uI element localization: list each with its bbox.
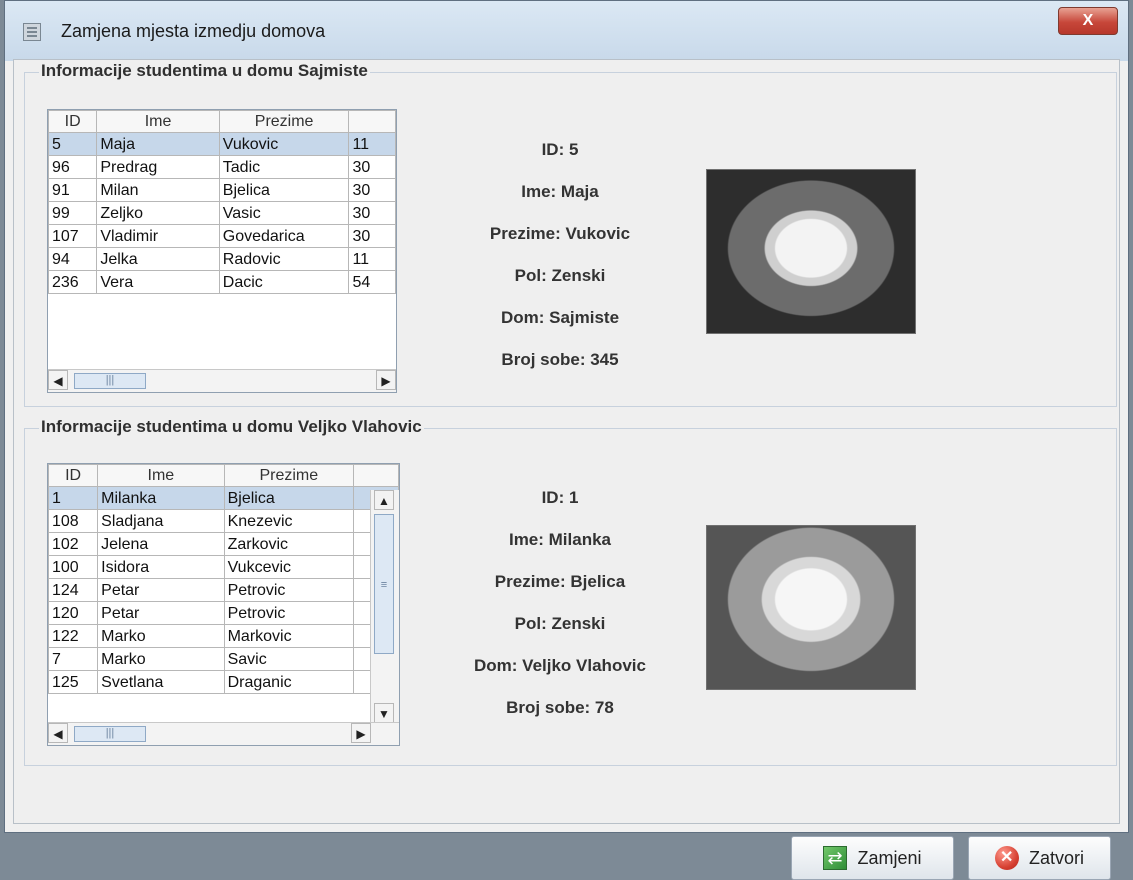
swap-icon xyxy=(823,846,848,870)
vlahovic-student-details: ID: 1 Ime: Milanka Prezime: Bjelica Pol:… xyxy=(455,477,665,729)
table-header-row: ID Ime Prezime xyxy=(48,110,396,133)
column-header-prezime[interactable]: Prezime xyxy=(218,110,350,133)
table-row[interactable]: 100 Isidora Vukcevic xyxy=(48,555,399,579)
horizontal-scrollbar[interactable]: ◀ ||| ▶ xyxy=(48,369,396,392)
student-ime-label: Ime: Milanka xyxy=(508,530,612,549)
scroll-right-icon[interactable]: ▶ xyxy=(376,370,396,390)
vlahovic-panel-title: Informacije studentima u domu Veljko Vla… xyxy=(39,417,424,437)
column-header-extra[interactable] xyxy=(352,464,399,487)
vlahovic-student-table[interactable]: ID Ime Prezime 1 Milanka Bjelica 108 Sladja… xyxy=(47,463,400,746)
student-id-label: ID: 1 xyxy=(541,488,579,507)
close-window-button[interactable]: X xyxy=(1058,7,1118,35)
table-row[interactable]: 122 Marko Markovic xyxy=(48,624,399,648)
student-dom-label: Dom: Veljko Vlahovic xyxy=(474,656,646,675)
table-row[interactable]: 124 Petar Petrovic xyxy=(48,578,399,602)
zatvori-button-label: Zatvori xyxy=(1028,847,1084,868)
table-row[interactable]: 120 Petar Petrovic xyxy=(48,601,399,625)
table-row[interactable]: 1 Milanka Bjelica xyxy=(48,486,399,510)
sajmiste-student-details: ID: 5 Ime: Maja Prezime: Vukovic Pol: Ze… xyxy=(455,129,665,381)
student-dom-label: Dom: Sajmiste xyxy=(500,308,620,327)
window-icon xyxy=(23,23,41,41)
vertical-scrollbar[interactable]: ▲ ≡ ▼ xyxy=(370,490,399,723)
column-header-ime[interactable]: Ime xyxy=(97,464,225,487)
close-circle-icon xyxy=(994,846,1019,870)
table-row[interactable]: 99 Zeljko Vasic 30 xyxy=(48,201,396,225)
vertical-scroll-thumb[interactable]: ≡ xyxy=(374,514,394,654)
student-id-label: ID: 5 xyxy=(541,140,579,159)
table-row[interactable]: 236 Vera Dacic 54 xyxy=(48,270,396,294)
table-row[interactable]: 91 Milan Bjelica 30 xyxy=(48,178,396,202)
zamjeni-button-label: Zamjeni xyxy=(857,847,922,868)
sajmiste-panel: Informacije studentima u domu Sajmiste I… xyxy=(24,61,1117,407)
horizontal-scroll-thumb[interactable]: ||| xyxy=(74,373,146,389)
table-row[interactable]: 96 Predrag Tadic 30 xyxy=(48,155,396,179)
student-photo xyxy=(706,169,916,334)
table-row[interactable]: 94 Jelka Radovic 11 xyxy=(48,247,396,271)
table-row[interactable]: 102 Jelena Zarkovic xyxy=(48,532,399,556)
window-title: Zamjena mjesta izmedju domova xyxy=(61,21,326,41)
table-header-row: ID Ime Prezime xyxy=(48,464,399,487)
scroll-up-icon[interactable]: ▲ xyxy=(374,490,394,510)
column-header-id[interactable]: ID xyxy=(48,110,98,133)
sajmiste-student-table[interactable]: ID Ime Prezime 5 Maja Vukovic 11 96 Predrag T… xyxy=(47,109,397,393)
student-soba-label: Broj sobe: 345 xyxy=(501,350,619,369)
column-header-ime[interactable]: Ime xyxy=(96,110,220,133)
scroll-down-icon[interactable]: ▼ xyxy=(374,703,394,723)
student-pol-label: Pol: Zenski xyxy=(514,614,606,633)
table-row[interactable]: 125 Svetlana Draganic xyxy=(48,670,399,694)
column-header-id[interactable]: ID xyxy=(48,464,99,487)
scroll-left-icon[interactable]: ◀ xyxy=(48,370,68,390)
table-row[interactable]: 108 Sladjana Knezevic xyxy=(48,509,399,533)
student-prezime-label: Prezime: Vukovic xyxy=(489,224,631,243)
column-header-prezime[interactable]: Prezime xyxy=(223,464,354,487)
student-prezime-label: Prezime: Bjelica xyxy=(494,572,626,591)
vlahovic-panel: Informacije studentima u domu Veljko Vla… xyxy=(24,417,1117,766)
title-bar: Zamjena mjesta izmedju domova X xyxy=(5,1,1128,61)
student-ime-label: Ime: Maja xyxy=(521,182,599,201)
horizontal-scrollbar[interactable]: ◀ ||| ▶ xyxy=(48,722,399,745)
dialog-window: Zamjena mjesta izmedju domova X Informac… xyxy=(4,0,1129,880)
student-soba-label: Broj sobe: 78 xyxy=(506,698,614,717)
table-row[interactable]: 107 Vladimir Govedarica 30 xyxy=(48,224,396,248)
zamjeni-button[interactable]: Zamjeni xyxy=(791,836,954,880)
student-photo xyxy=(706,525,916,690)
dialog-content: Informacije studentima u domu Sajmiste I… xyxy=(13,59,1120,880)
scroll-left-icon[interactable]: ◀ xyxy=(48,723,68,743)
zatvori-button[interactable]: Zatvori xyxy=(968,836,1111,880)
sajmiste-panel-title: Informacije studentima u domu Sajmiste xyxy=(39,61,370,81)
table-row[interactable]: 5 Maja Vukovic 11 xyxy=(48,132,396,156)
column-header-extra[interactable] xyxy=(348,110,396,133)
table-row[interactable]: 7 Marko Savic xyxy=(48,647,399,671)
scroll-right-icon[interactable]: ▶ xyxy=(351,723,371,743)
horizontal-scroll-thumb[interactable]: ||| xyxy=(74,726,146,742)
student-pol-label: Pol: Zenski xyxy=(514,266,606,285)
